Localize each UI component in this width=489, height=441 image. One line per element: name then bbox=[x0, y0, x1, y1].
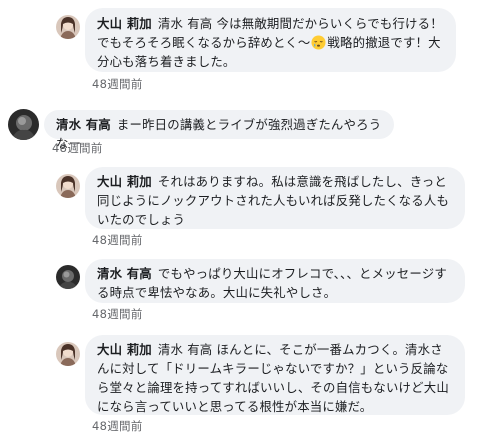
avatar[interactable] bbox=[56, 265, 80, 289]
sleepy-face-emoji bbox=[311, 35, 326, 50]
mention-tag[interactable]: 清水 有高 bbox=[158, 342, 213, 357]
author-name[interactable]: 大山 莉加 bbox=[97, 174, 152, 189]
avatar[interactable] bbox=[8, 109, 39, 140]
author-name[interactable]: 大山 莉加 bbox=[97, 16, 152, 31]
timestamp[interactable]: 48週間前 bbox=[92, 418, 143, 434]
mention-tag[interactable]: 清水 有高 bbox=[158, 16, 213, 31]
author-name[interactable]: 清水 有高 bbox=[56, 117, 111, 132]
timestamp[interactable]: 48週間前 bbox=[92, 76, 143, 92]
comment-bubble: 清水 有高 でもやっぱり大山にオフレコで、、、とメッセージする時点で卑怯やなあ。大… bbox=[85, 259, 465, 303]
timestamp[interactable]: 48週間前 bbox=[92, 232, 143, 248]
author-name[interactable]: 大山 莉加 bbox=[97, 342, 152, 357]
avatar[interactable] bbox=[56, 15, 80, 39]
comment-bubble: 清水 有高 まー昨日の講義とライブが強烈過ぎたんやろうなー bbox=[44, 110, 394, 151]
comment-bubble: 大山 莉加 清水 有高 ほんとに、そこが一番ムカつく。清水さんに対して「ドリームキ… bbox=[85, 335, 465, 415]
author-name[interactable]: 清水 有高 bbox=[97, 266, 152, 281]
comment-bubble: 大山 莉加 清水 有高 今は無敵期間だからいくらでも行ける！でもそろそろ眠くなるか… bbox=[85, 8, 456, 72]
timestamp[interactable]: 48週間前 bbox=[92, 306, 143, 322]
avatar[interactable] bbox=[56, 174, 80, 198]
comment-bubble: 大山 莉加 それはありますね。私は意識を飛ばしたし、きっと同じようにノックアウトさ… bbox=[85, 167, 465, 229]
avatar[interactable] bbox=[56, 342, 80, 366]
timestamp[interactable]: 48週間前 bbox=[52, 140, 103, 156]
